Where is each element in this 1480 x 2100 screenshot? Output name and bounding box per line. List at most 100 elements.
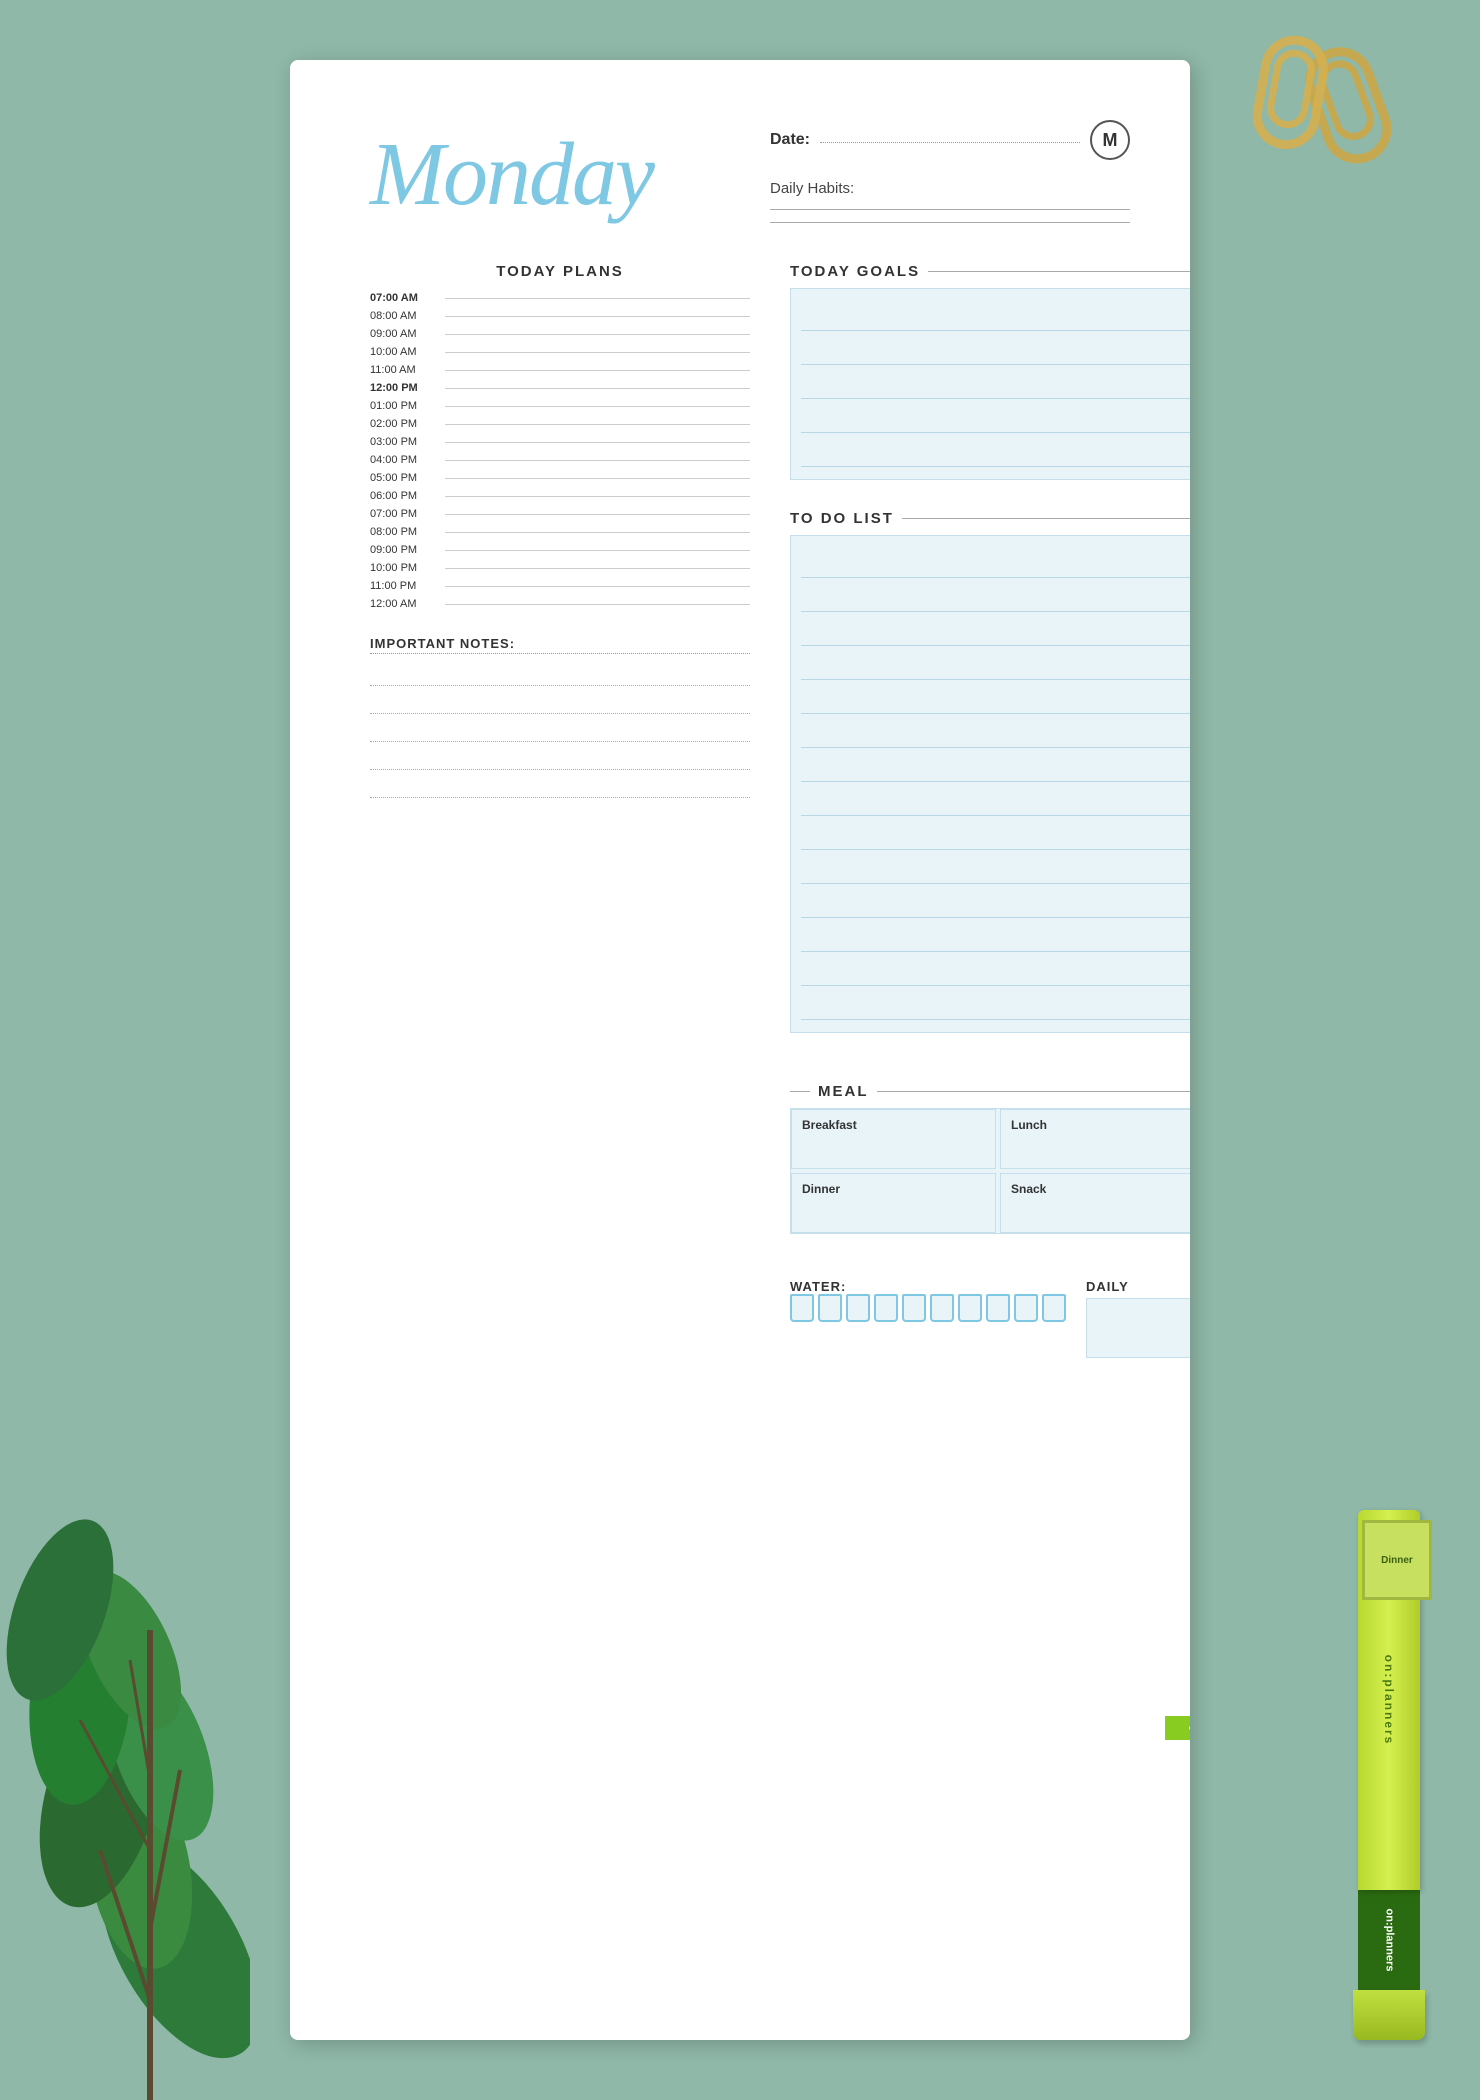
time-label: 12:00 AM — [370, 598, 435, 610]
time-line — [445, 514, 750, 515]
time-line — [445, 316, 750, 317]
time-slot: 01:00 PM — [370, 400, 750, 412]
notes-label: IMPORTANT NOTES: — [370, 636, 750, 654]
habits-label: Daily Habits: — [770, 180, 1130, 197]
time-line — [445, 442, 750, 443]
time-line — [445, 460, 750, 461]
goals-line — [801, 333, 1190, 365]
water-area: WATER: — [790, 1279, 1066, 1358]
meal-title-line-right — [877, 1091, 1191, 1092]
todo-line — [801, 784, 1190, 816]
time-slot: 10:00 PM — [370, 562, 750, 574]
time-line — [445, 388, 750, 389]
right-column: TODAY GOALS TO DO LIST — [790, 263, 1190, 1358]
todo-title-line — [902, 518, 1190, 519]
day-title: Monday — [370, 130, 653, 220]
todo-box — [790, 535, 1190, 1033]
time-line — [445, 586, 750, 587]
time-label: 06:00 PM — [370, 490, 435, 502]
time-slot: 02:00 PM — [370, 418, 750, 430]
todo-line — [801, 750, 1190, 782]
time-slot: 11:00 AM — [370, 364, 750, 376]
daily-box — [1086, 1298, 1190, 1358]
stamp-decoration: Dinner — [1362, 1520, 1432, 1600]
notes-line — [370, 718, 750, 742]
date-line — [820, 142, 1080, 143]
today-goals-title: TODAY GOALS — [790, 263, 920, 280]
meal-grid: Breakfast Lunch Dinner Snack — [790, 1108, 1190, 1234]
meal-title: MEAL — [818, 1083, 869, 1100]
daily-area: DAILY — [1086, 1279, 1190, 1358]
water-cup-3 — [846, 1294, 870, 1322]
notes-line — [370, 662, 750, 686]
meal-cell-lunch: Lunch — [1000, 1109, 1190, 1169]
meal-section: MEAL Breakfast Lunch Dinner Snack — [790, 1083, 1190, 1234]
time-slot: 06:00 PM — [370, 490, 750, 502]
header-section: Monday Date: M Daily Habits: — [370, 110, 1130, 223]
time-slot: 04:00 PM — [370, 454, 750, 466]
time-label: 09:00 PM — [370, 544, 435, 556]
planner-paper: Monday Date: M Daily Habits: TODAY PLANS… — [290, 60, 1190, 2040]
left-column: TODAY PLANS 07:00 AM 08:00 AM 09:00 AM 1… — [370, 263, 750, 1358]
water-cup-7 — [958, 1294, 982, 1322]
time-slot: 12:00 AM — [370, 598, 750, 610]
today-plans-title: TODAY PLANS — [370, 263, 750, 280]
meal-title-line-left — [790, 1091, 810, 1092]
time-label: 04:00 PM — [370, 454, 435, 466]
time-label: 10:00 AM — [370, 346, 435, 358]
important-notes-section: IMPORTANT NOTES: — [370, 636, 750, 802]
todo-line — [801, 648, 1190, 680]
time-label: 11:00 PM — [370, 580, 435, 592]
notes-line — [370, 746, 750, 770]
todo-line — [801, 818, 1190, 850]
time-line — [445, 424, 750, 425]
todo-title: TO DO LIST — [790, 510, 894, 527]
time-line — [445, 568, 750, 569]
time-label: 11:00 AM — [370, 364, 435, 376]
time-slot: 11:00 PM — [370, 580, 750, 592]
time-line — [445, 604, 750, 605]
paperclips-decoration — [1200, 30, 1400, 180]
m-circle: M — [1090, 120, 1130, 160]
time-line — [445, 550, 750, 551]
time-line — [445, 352, 750, 353]
time-line — [445, 334, 750, 335]
water-label: WATER: — [790, 1279, 1066, 1294]
todo-line — [801, 716, 1190, 748]
todo-line — [801, 580, 1190, 612]
time-slot: 08:00 AM — [370, 310, 750, 322]
meal-cell-breakfast: Breakfast — [791, 1109, 996, 1169]
brand-label: on:planners — [1383, 1909, 1395, 1972]
time-label: 09:00 AM — [370, 328, 435, 340]
time-slot: 07:00 AM — [370, 292, 750, 304]
water-cup-10 — [1042, 1294, 1066, 1322]
todo-line — [801, 988, 1190, 1020]
time-label: 01:00 PM — [370, 400, 435, 412]
water-cups — [790, 1294, 1066, 1322]
habits-line-1 — [770, 209, 1130, 210]
goals-line — [801, 435, 1190, 467]
water-cup-6 — [930, 1294, 954, 1322]
date-label: Date: — [770, 131, 810, 149]
todo-line — [801, 886, 1190, 918]
todo-line — [801, 614, 1190, 646]
meal-lunch-label: Lunch — [1011, 1118, 1190, 1132]
todo-line — [801, 682, 1190, 714]
meal-cell-snack: Snack — [1000, 1173, 1190, 1233]
todo-line — [801, 954, 1190, 986]
time-label: 12:00 PM — [370, 382, 435, 394]
water-cup-5 — [902, 1294, 926, 1322]
habits-line-2 — [770, 222, 1130, 223]
time-label: 03:00 PM — [370, 436, 435, 448]
time-line — [445, 532, 750, 533]
time-label: 07:00 PM — [370, 508, 435, 520]
time-line — [445, 496, 750, 497]
todo-line — [801, 546, 1190, 578]
stamp-text: Dinner — [1381, 1555, 1413, 1566]
todo-line — [801, 920, 1190, 952]
time-label: 07:00 AM — [370, 292, 435, 304]
water-cup-2 — [818, 1294, 842, 1322]
time-slot: 09:00 PM — [370, 544, 750, 556]
notes-line — [370, 774, 750, 798]
goals-title-line — [928, 271, 1190, 272]
